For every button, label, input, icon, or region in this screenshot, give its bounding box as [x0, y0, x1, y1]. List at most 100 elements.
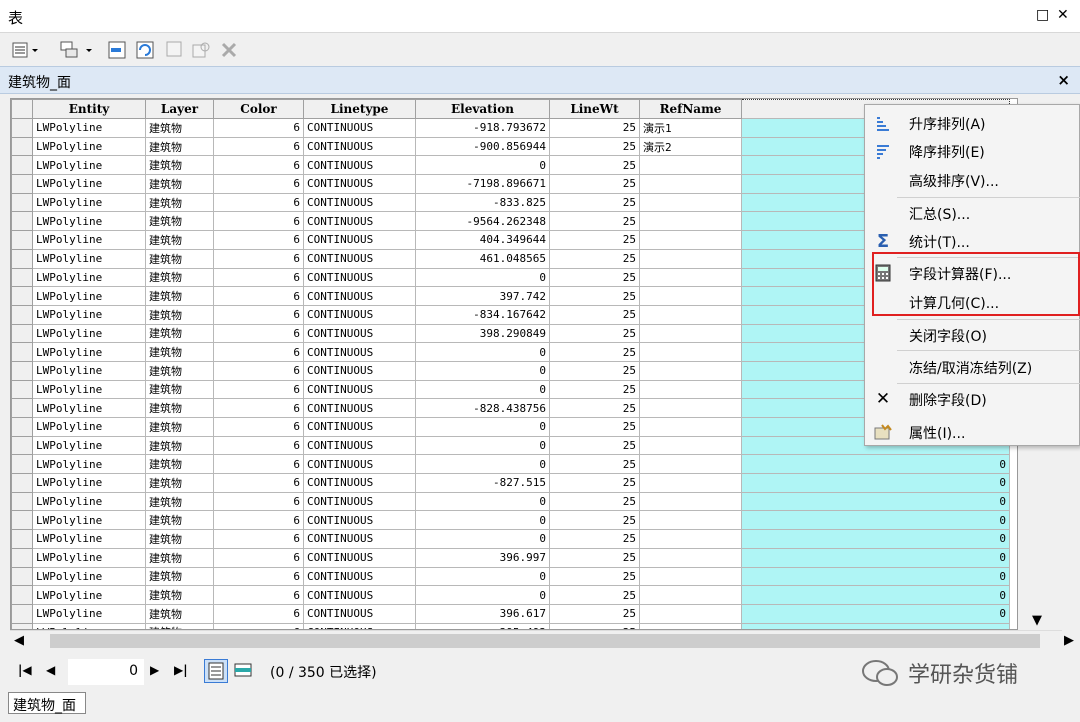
table-cell[interactable]: LWPolyline [32, 155, 146, 176]
table-cell[interactable]: LWPolyline [32, 136, 146, 157]
table-cell[interactable] [639, 342, 742, 362]
table-cell[interactable]: 建筑物 [145, 136, 214, 157]
table-cell[interactable]: 建筑物 [145, 454, 214, 475]
table-cell[interactable]: CONTINUOUS [303, 286, 416, 306]
table-cell[interactable] [639, 248, 742, 269]
table-cell[interactable]: LWPolyline [32, 622, 146, 629]
table-cell[interactable]: 建筑物 [145, 155, 214, 176]
table-cell[interactable] [639, 529, 742, 549]
table-cell[interactable]: 6 [213, 323, 304, 344]
table-cell[interactable]: 建筑物 [145, 118, 214, 138]
table-cell[interactable]: LWPolyline [32, 360, 146, 381]
table-cell[interactable]: 0 [415, 585, 550, 605]
table-row[interactable]: LWPolyline 建筑物 6 CONTINUOUS -828.438756 25 [11, 398, 1010, 418]
menu-item-advanced-sort[interactable]: 高级排序(V)... [865, 166, 1080, 194]
table-cell[interactable] [639, 585, 742, 605]
clear-selection-button[interactable] [166, 40, 184, 60]
table-row[interactable]: LWPolyline 建筑物 6 CONTINUOUS -900.856944 25 演示2 [11, 136, 1010, 157]
table-cell[interactable]: 6 [213, 136, 304, 157]
table-cell[interactable] [639, 267, 742, 288]
horizontal-scrollbar[interactable]: ◀ ▶ [10, 630, 1074, 650]
table-cell[interactable]: -9564.262348 [415, 211, 550, 232]
menu-item-sort-descending[interactable]: 降序排列(E) [865, 137, 1080, 165]
table-cell[interactable]: LWPolyline [32, 267, 146, 288]
scroll-left-icon[interactable]: ◀ [14, 633, 24, 648]
table-cell[interactable]: LWPolyline [32, 174, 146, 194]
table-cell[interactable]: CONTINUOUS [303, 230, 416, 250]
table-row[interactable]: LWPolyline 建筑物 6 CONTINUOUS -833.825 25 [11, 192, 1010, 213]
table-cell[interactable]: 6 [213, 267, 304, 288]
table-cell[interactable]: LWPolyline [32, 118, 146, 138]
table-cell[interactable]: CONTINUOUS [303, 155, 416, 176]
row-selector[interactable] [11, 230, 33, 250]
table-cell[interactable]: 建筑物 [145, 211, 214, 232]
table-cell[interactable]: 6 [213, 118, 304, 138]
table-cell[interactable]: 建筑物 [145, 529, 214, 549]
horizontal-scroll-thumb[interactable] [50, 634, 1040, 648]
table-cell[interactable] [639, 360, 742, 381]
table-cell[interactable]: 25 [549, 566, 640, 587]
table-cell[interactable] [639, 192, 742, 213]
table-cell[interactable]: LWPolyline [32, 547, 146, 568]
table-cell[interactable]: CONTINUOUS [303, 192, 416, 213]
table-cell[interactable]: 0 [741, 566, 1010, 587]
row-selector[interactable] [11, 267, 33, 288]
table-cell[interactable]: 6 [213, 622, 304, 629]
table-cell[interactable]: 25 [549, 304, 640, 325]
table-cell[interactable] [639, 454, 742, 475]
table-cell[interactable]: 396.617 [415, 603, 550, 624]
table-cell[interactable]: CONTINUOUS [303, 454, 416, 475]
table-cell[interactable]: 0 [741, 473, 1010, 493]
table-row[interactable]: LWPolyline 建筑物 6 CONTINUOUS 0 25 0 [11, 510, 1010, 531]
menu-item-summarize[interactable]: 汇总(S)... [865, 199, 1080, 227]
table-cell[interactable]: 0 [415, 379, 550, 400]
table-cell[interactable]: 演示1 [639, 118, 742, 138]
table-cell[interactable]: 6 [213, 417, 304, 437]
table-cell[interactable]: LWPolyline [32, 510, 146, 531]
table-cell[interactable]: 6 [213, 304, 304, 325]
table-cell[interactable]: CONTINUOUS [303, 398, 416, 418]
table-cell[interactable]: 建筑物 [145, 342, 214, 362]
table-cell[interactable]: 0 [741, 603, 1010, 624]
table-cell[interactable]: CONTINUOUS [303, 304, 416, 325]
table-cell[interactable] [639, 323, 742, 344]
table-cell[interactable]: 建筑物 [145, 491, 214, 512]
table-cell[interactable]: 建筑物 [145, 379, 214, 400]
table-cell[interactable]: 0 [741, 547, 1010, 568]
row-selector[interactable] [11, 566, 33, 587]
menu-item-properties[interactable]: 属性(I)... [865, 418, 1080, 446]
delete-selected-button[interactable] [220, 40, 238, 60]
table-cell[interactable] [639, 603, 742, 624]
table-cell[interactable]: LWPolyline [32, 342, 146, 362]
table-cell[interactable]: 0 [741, 585, 1010, 605]
table-row[interactable]: LWPolyline 建筑物 6 CONTINUOUS 0 25 0 [11, 529, 1010, 549]
row-selector[interactable] [11, 136, 33, 157]
row-selector[interactable] [11, 417, 33, 437]
table-cell[interactable]: 404.349644 [415, 230, 550, 250]
table-cell[interactable]: 25 [549, 155, 640, 176]
row-selector[interactable] [11, 398, 33, 418]
related-tables-button[interactable] [60, 40, 96, 60]
row-selector[interactable] [11, 454, 33, 475]
table-cell[interactable]: CONTINUOUS [303, 248, 416, 269]
table-cell[interactable] [639, 286, 742, 306]
select-by-attributes-button[interactable] [108, 40, 128, 60]
table-cell[interactable]: 0 [415, 566, 550, 587]
table-cell[interactable]: 建筑物 [145, 286, 214, 306]
row-selector[interactable] [11, 286, 33, 306]
table-cell[interactable]: 建筑物 [145, 304, 214, 325]
table-cell[interactable] [639, 435, 742, 456]
row-selector[interactable] [11, 304, 33, 325]
table-cell[interactable]: 建筑物 [145, 192, 214, 213]
table-cell[interactable]: 6 [213, 286, 304, 306]
table-tab-title[interactable]: 建筑物_面 [8, 72, 71, 92]
table-cell[interactable]: CONTINUOUS [303, 267, 416, 288]
menu-item-statistics[interactable]: Σ 统计(T)... [865, 227, 1080, 255]
next-record-icon[interactable]: ▶ [150, 663, 159, 677]
table-cell[interactable] [639, 510, 742, 531]
table-cell[interactable] [639, 398, 742, 418]
table-cell[interactable]: 6 [213, 174, 304, 194]
table-row[interactable]: LWPolyline 建筑物 6 CONTINUOUS 397.742 25 [11, 286, 1010, 306]
scroll-down-icon[interactable]: ▼ [1032, 613, 1042, 628]
table-cell[interactable]: 0 [741, 510, 1010, 531]
